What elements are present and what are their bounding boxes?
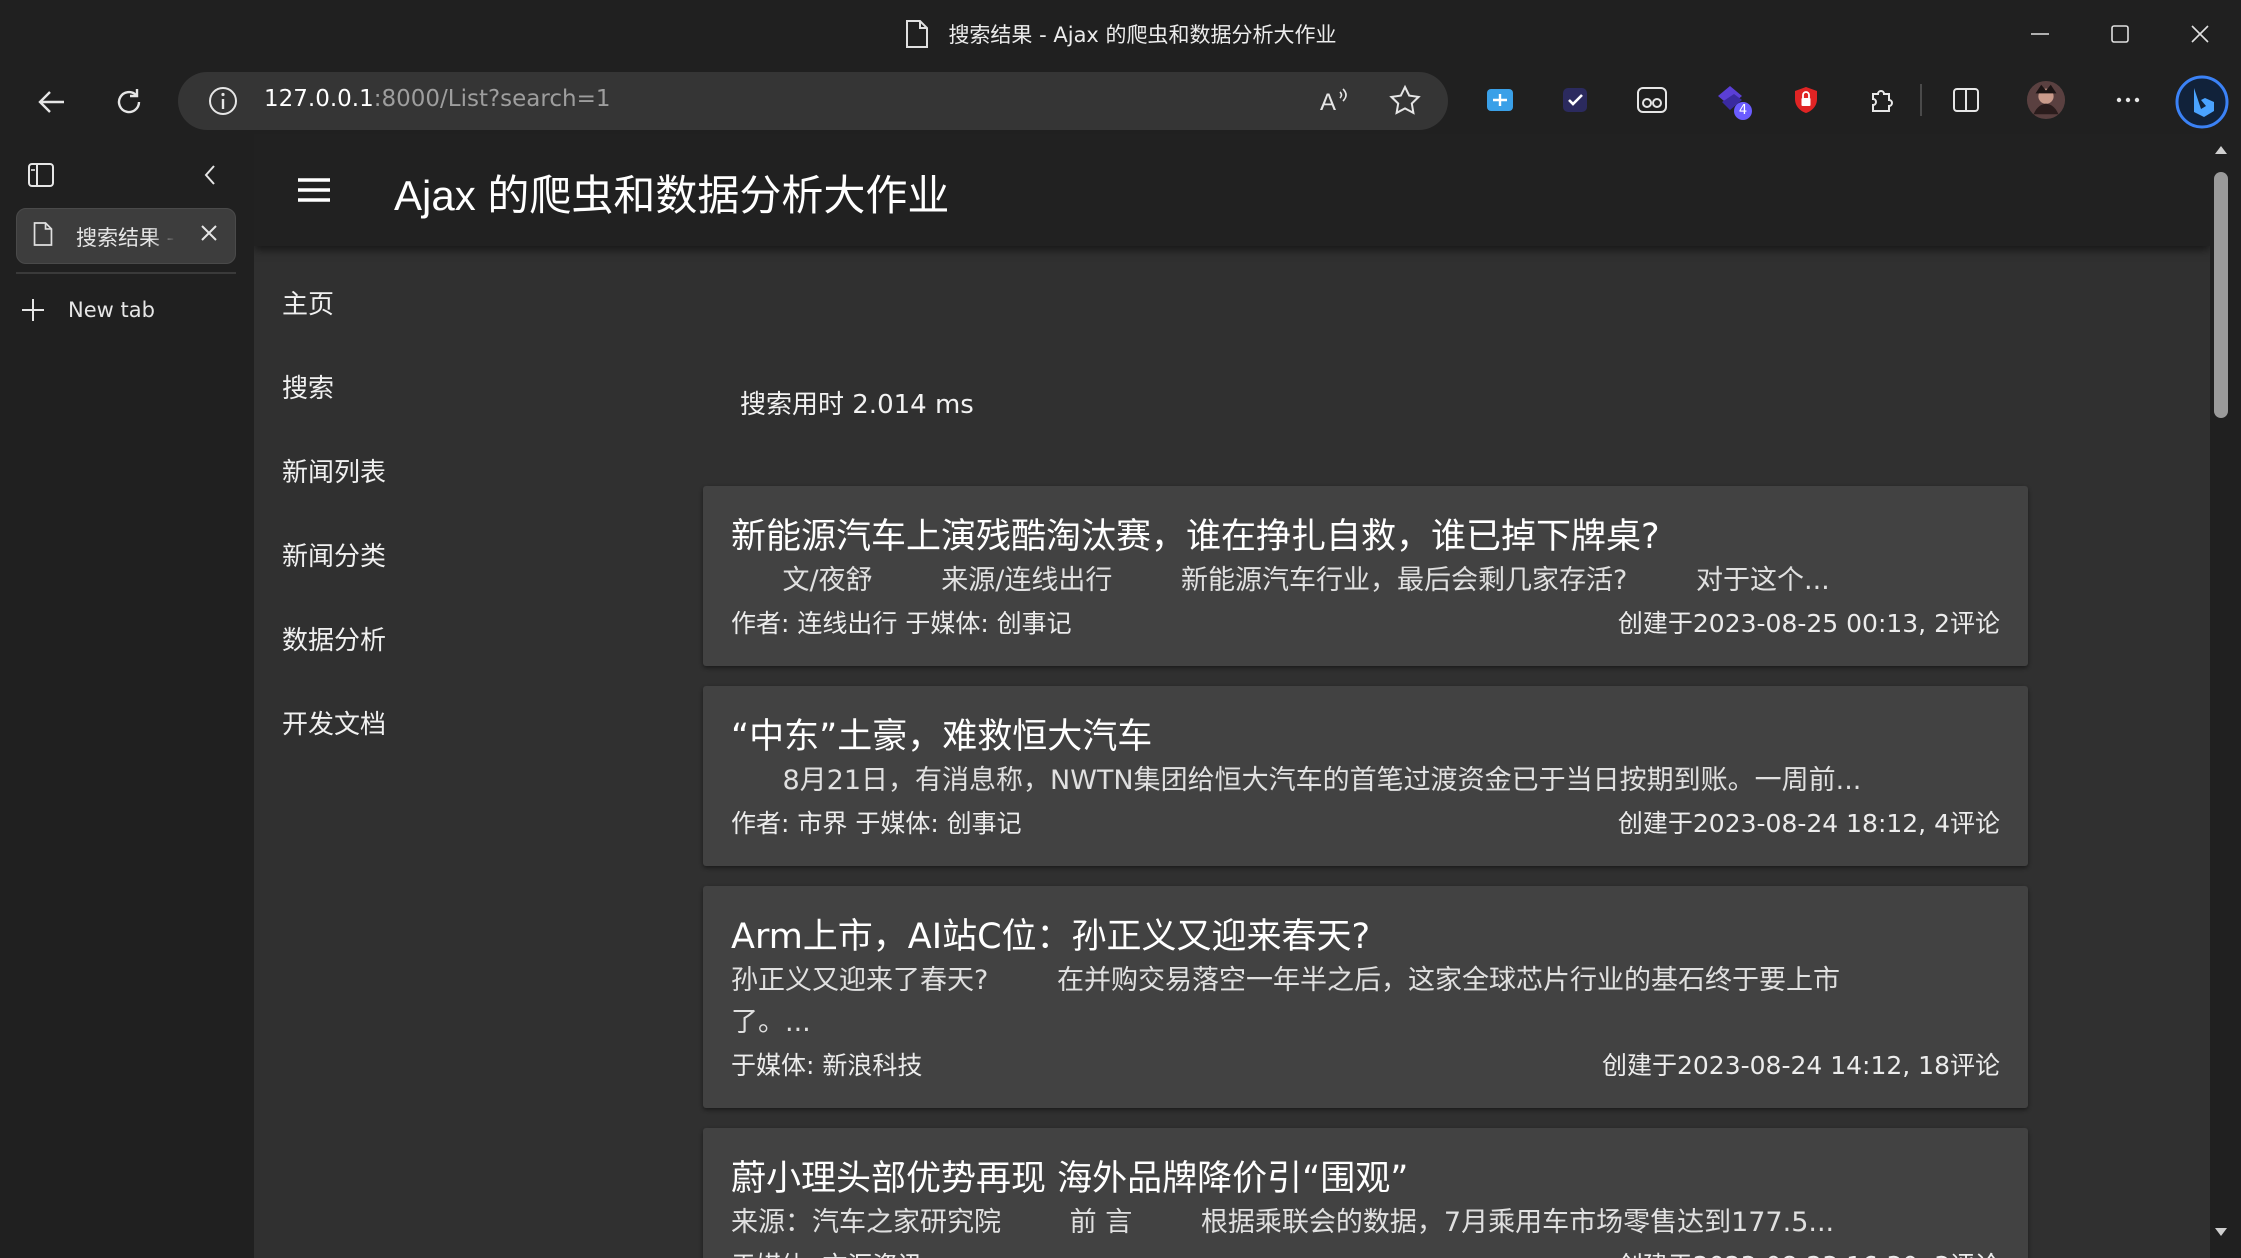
result-date: 创建于2023-08-23 16:30, 3评论 [1618, 1246, 2000, 1258]
close-icon [2189, 23, 2211, 45]
result-date: 创建于2023-08-25 00:13, 2评论 [1617, 609, 2000, 638]
window-title-text: 搜索结果 - Ajax 的爬虫和数据分析大作业 [948, 23, 1337, 47]
page-viewport: Ajax 的爬虫和数据分析大作业 主页 搜索 新闻列表 新闻分类 数据分析 开发… [254, 134, 2210, 1258]
result-summary: 孙正义又迎来了春天? 在并购交易落空一年半之后，这家全球芯片行业的基石终于要上市… [731, 965, 1840, 1038]
maximize-icon [2109, 23, 2131, 45]
maximize-button[interactable] [2080, 0, 2160, 68]
translate-extension-icon[interactable] [1480, 80, 1520, 120]
result-summary: 8月21日，有消息称，NWTN集团给恒大汽车的首笔过渡资金已于当日按期到账。一周… [731, 765, 1862, 796]
bing-copilot-icon[interactable] [2174, 74, 2230, 130]
nav-item-home[interactable]: 主页 [282, 284, 334, 321]
profile-avatar[interactable] [2026, 80, 2066, 120]
app-title: Ajax 的爬虫和数据分析大作业 [394, 172, 950, 219]
page-icon [904, 19, 930, 49]
result-date: 创建于2023-08-24 18:12, 4评论 [1617, 809, 2000, 838]
result-summary: 来源：汽车之家研究院 前 言 根据乘联会的数据，7月乘用车市场零售达到177.5… [731, 1207, 1835, 1238]
minimize-icon [2029, 23, 2051, 45]
tab-label: 搜索结果 - Ajax [76, 226, 176, 250]
window-title: 搜索结果 - Ajax 的爬虫和数据分析大作业 [0, 0, 2241, 68]
result-date: 创建于2023-08-24 14:12, 18评论 [1602, 1051, 2000, 1080]
glasses-extension-icon[interactable] [1632, 80, 1672, 120]
scroll-up-arrow[interactable] [2213, 142, 2229, 158]
app-bar: Ajax 的爬虫和数据分析大作业 [254, 134, 2210, 246]
collapse-tabs-button[interactable] [198, 162, 224, 188]
more-icon [2113, 85, 2143, 115]
tab-page-icon [32, 220, 54, 248]
extensions-icon[interactable] [1862, 80, 1902, 120]
svg-text:A: A [1320, 89, 1336, 116]
result-title[interactable]: 新能源汽车上演残酷淘汰赛，谁在挣扎自救，谁已掉下牌桌? [731, 508, 1660, 559]
new-tab-button[interactable]: New tab [20, 290, 240, 330]
more-button[interactable] [2108, 80, 2148, 120]
minimize-button[interactable] [2000, 0, 2080, 68]
new-tab-label: New tab [68, 298, 155, 322]
url-path: :8000/List?search=1 [373, 86, 611, 112]
back-button[interactable] [26, 76, 78, 128]
result-card[interactable]: Arm上市，AI站C位：孙正义又迎来春天? 孙正义又迎来了春天? 在并购交易落空… [703, 886, 2028, 1108]
result-author: 作者: 连线出行 于媒体: 创事记 [731, 609, 1072, 638]
todo-extension-icon[interactable] [1555, 80, 1595, 120]
nav-item-news-category[interactable]: 新闻分类 [282, 536, 386, 573]
back-icon [36, 86, 68, 118]
result-card[interactable]: 新能源汽车上演残酷淘汰赛，谁在挣扎自救，谁已掉下牌桌? 文/夜舒 来源/连线出行… [703, 486, 2028, 666]
result-author: 作者: 市界 于媒体: 创事记 [731, 809, 1022, 838]
nav-item-data-analysis[interactable]: 数据分析 [282, 620, 386, 657]
refresh-button[interactable] [103, 76, 155, 128]
read-aloud-icon[interactable]: A [1318, 84, 1352, 118]
result-title[interactable]: Arm上市，AI站C位：孙正义又迎来春天? [731, 908, 1370, 959]
refresh-icon [113, 86, 145, 118]
favorite-star-icon[interactable] [1388, 84, 1422, 118]
tab-close-button[interactable] [198, 222, 220, 244]
scrollbar-thumb[interactable] [2214, 172, 2228, 418]
result-media: 于媒体: 文汇资讯 [731, 1246, 922, 1258]
url-text[interactable]: 127.0.0.1:8000/List?search=1 [264, 86, 610, 112]
close-window-button[interactable] [2160, 0, 2240, 68]
chevron-left-icon [198, 162, 224, 188]
nav-item-dev-docs[interactable]: 开发文档 [282, 704, 386, 741]
extension-badge: 4 [1734, 102, 1752, 120]
nav-item-search[interactable]: 搜索 [282, 368, 334, 405]
site-info-icon[interactable] [206, 84, 240, 118]
result-title[interactable]: 蔚小理头部优势再现 海外品牌降价引“围观” [731, 1150, 1408, 1201]
tab-divider [16, 272, 236, 274]
result-title[interactable]: “中东”土豪，难救恒大汽车 [731, 708, 1152, 759]
result-card[interactable]: 蔚小理头部优势再现 海外品牌降价引“围观” 来源：汽车之家研究院 前 言 根据乘… [703, 1128, 2028, 1258]
result-media: 于媒体: 新浪科技 [731, 1051, 923, 1080]
close-icon [198, 222, 220, 244]
plus-icon [20, 297, 46, 323]
nav-item-news-list[interactable]: 新闻列表 [282, 452, 386, 489]
toolbar-divider [1920, 84, 1922, 116]
collections-extension-icon[interactable]: 4 [1712, 80, 1752, 120]
result-card[interactable]: “中东”土豪，难救恒大汽车 8月21日，有消息称，NWTN集团给恒大汽车的首笔过… [703, 686, 2028, 866]
shield-extension-icon[interactable] [1786, 80, 1826, 120]
search-time: 搜索用时 2.014 ms [740, 390, 974, 420]
hamburger-icon [296, 176, 332, 204]
scroll-down-arrow[interactable] [2213, 1224, 2229, 1240]
url-host: 127.0.0.1 [264, 86, 374, 112]
split-screen-icon[interactable] [1946, 80, 1986, 120]
tab-actions-icon[interactable] [26, 160, 56, 190]
menu-button[interactable] [292, 168, 336, 212]
result-summary: 文/夜舒 来源/连线出行 新能源汽车行业，最后会剩几家存活? 对于这个... [731, 565, 1830, 596]
